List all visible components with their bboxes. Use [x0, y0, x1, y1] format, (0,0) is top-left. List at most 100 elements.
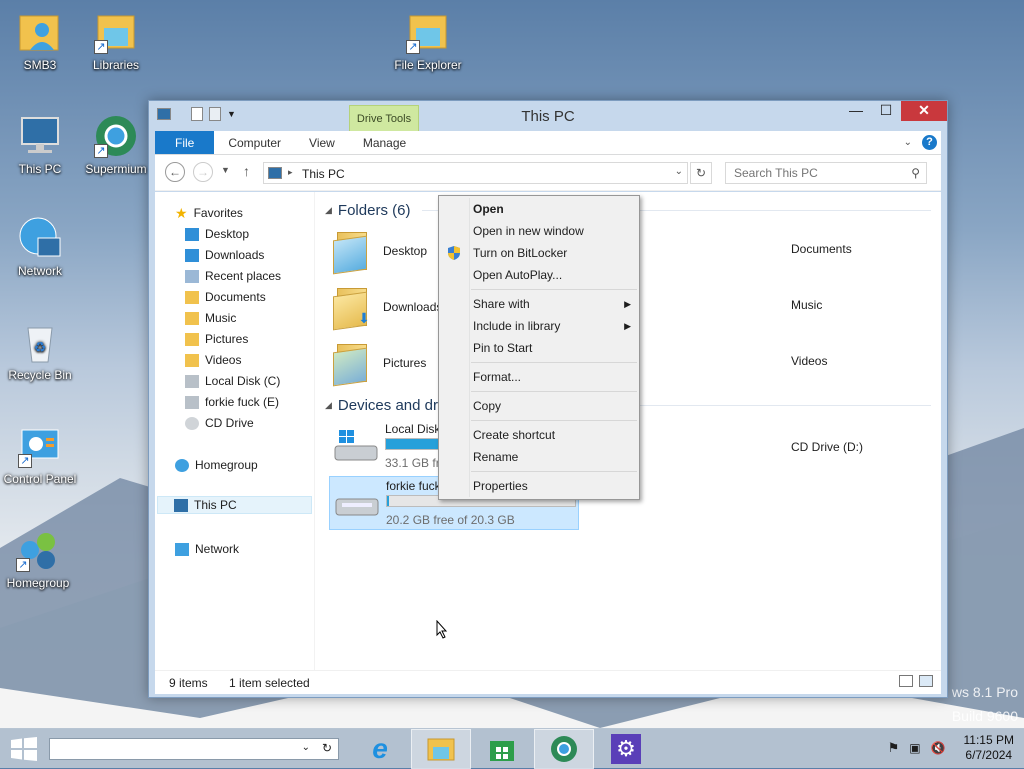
- network-icon: [175, 542, 189, 556]
- menu-item-properties[interactable]: Properties: [473, 477, 633, 495]
- menu-item-open-autoplay[interactable]: Open AutoPlay...: [473, 266, 633, 284]
- menu-label: Share with: [473, 297, 530, 311]
- tab-manage[interactable]: Manage: [349, 131, 420, 154]
- folder-tile-documents[interactable]: Documents: [791, 242, 852, 256]
- store-icon: [490, 741, 514, 761]
- large-icons-view-icon[interactable]: [919, 675, 933, 687]
- pictures-folder-icon: [333, 342, 371, 387]
- menu-item-format[interactable]: Format...: [473, 368, 633, 386]
- menu-item-include-in-library[interactable]: Include in library ▶: [473, 317, 633, 335]
- nav-label: Recent places: [205, 269, 282, 283]
- menu-item-create-shortcut[interactable]: Create shortcut: [473, 426, 633, 444]
- drive-tile-cd-drive[interactable]: CD Drive (D:): [791, 440, 863, 454]
- desktop-icon-label: File Explorer: [394, 58, 462, 72]
- taskbar-supermium[interactable]: [534, 729, 594, 769]
- menu-item-open[interactable]: Open: [473, 200, 633, 218]
- supermium-icon: ↗: [94, 114, 138, 158]
- desktop-icon-homegroup[interactable]: ↗ Homegroup: [0, 528, 76, 590]
- desktop-icon-recycle-bin[interactable]: ♻ Recycle Bin: [2, 320, 78, 382]
- libraries-folder-icon: ↗: [94, 10, 138, 54]
- nav-item-recent-places[interactable]: Recent places: [185, 267, 281, 285]
- help-icon[interactable]: ?: [922, 135, 937, 150]
- up-button[interactable]: ↑: [243, 163, 250, 179]
- group-title: Folders (6): [337, 202, 411, 219]
- nav-item-desktop[interactable]: Desktop: [185, 225, 249, 243]
- collapse-arrow-icon: ◢: [325, 400, 332, 410]
- desktop-icon-libraries[interactable]: ↗ Libraries: [78, 10, 154, 72]
- nav-favorites[interactable]: ★ Favorites: [175, 204, 243, 222]
- taskbar-file-explorer[interactable]: [411, 729, 471, 769]
- nav-homegroup[interactable]: Homegroup: [175, 456, 258, 474]
- desktop-icon-network[interactable]: Network: [2, 216, 78, 278]
- tab-computer[interactable]: Computer: [214, 131, 295, 154]
- back-button[interactable]: ←: [165, 162, 185, 182]
- folder-label: Pictures: [383, 356, 427, 370]
- refresh-button[interactable]: ↻: [690, 162, 712, 184]
- menu-item-turn-on-bitlocker[interactable]: Turn on BitLocker: [473, 244, 633, 262]
- volume-muted-icon[interactable]: 🔇: [931, 741, 946, 755]
- close-button[interactable]: ✕: [901, 101, 947, 121]
- nav-item-music[interactable]: Music: [185, 309, 236, 327]
- nav-item-pictures[interactable]: Pictures: [185, 330, 248, 348]
- nav-item-downloads[interactable]: Downloads: [185, 246, 264, 264]
- homegroup-icon: ↗: [16, 528, 60, 572]
- nav-this-pc[interactable]: This PC: [157, 496, 312, 514]
- taskbar-settings[interactable]: ⚙: [596, 729, 656, 769]
- nav-network[interactable]: Network: [175, 540, 239, 558]
- folder-tile-music[interactable]: Music: [791, 298, 822, 312]
- gear-icon: ⚙: [611, 734, 641, 764]
- search-dropdown-icon[interactable]: ⌄: [302, 742, 310, 753]
- tab-file[interactable]: File: [155, 131, 215, 154]
- action-center-flag-icon[interactable]: ⚑: [888, 740, 900, 756]
- search-box[interactable]: ⚲: [725, 162, 927, 184]
- cd-drive-icon: [185, 416, 199, 430]
- taskbar-store[interactable]: [472, 729, 532, 769]
- menu-item-copy[interactable]: Copy: [473, 397, 633, 415]
- start-button-windows-icon[interactable]: [10, 737, 38, 761]
- search-input[interactable]: [726, 163, 896, 183]
- minimize-button[interactable]: —: [841, 101, 871, 121]
- address-bar[interactable]: ▸ This PC ⌄: [263, 162, 688, 184]
- collapse-arrow-icon: ◢: [325, 205, 332, 215]
- menu-item-open-new-window[interactable]: Open in new window: [473, 222, 633, 240]
- network-tray-icon[interactable]: ▣: [909, 741, 920, 755]
- taskbar-internet-explorer[interactable]: e: [350, 729, 410, 769]
- desktop-icon-smb3[interactable]: SMB3: [2, 10, 78, 72]
- title-bar[interactable]: ▼ Drive Tools This PC — ☐ ✕: [149, 101, 947, 132]
- menu-item-rename[interactable]: Rename: [473, 448, 633, 466]
- menu-item-pin-to-start[interactable]: Pin to Start: [473, 339, 633, 357]
- folder-tile-pictures[interactable]: Pictures: [333, 342, 427, 387]
- nav-item-documents[interactable]: Documents: [185, 288, 266, 306]
- desktop-icon-supermium[interactable]: ↗ Supermium: [78, 114, 154, 176]
- submenu-arrow-icon: ▶: [624, 321, 631, 331]
- navigation-bar: ← → ▼ ↑ ▸ This PC ⌄ ↻ ⚲: [155, 155, 941, 191]
- desktop-icon-this-pc[interactable]: This PC: [2, 114, 78, 176]
- nav-item-local-disk[interactable]: Local Disk (C): [185, 372, 280, 390]
- details-view-icon[interactable]: [899, 675, 913, 687]
- selected-count: 1 item selected: [229, 676, 310, 690]
- nav-item-videos[interactable]: Videos: [185, 351, 241, 369]
- maximize-button[interactable]: ☐: [871, 101, 901, 121]
- expand-ribbon-icon[interactable]: ⌄: [904, 137, 912, 148]
- search-icon[interactable]: ⚲: [911, 166, 920, 180]
- nav-item-cd-drive[interactable]: CD Drive: [185, 414, 254, 432]
- folder-tile-downloads[interactable]: ⬇ Downloads: [333, 286, 442, 331]
- menu-item-share-with[interactable]: Share with ▶: [473, 295, 633, 313]
- tab-view[interactable]: View: [295, 131, 349, 154]
- desktop-icon-file-explorer[interactable]: ↗ File Explorer: [390, 10, 466, 72]
- desktop-icon-control-panel[interactable]: ↗ Control Panel: [2, 424, 78, 486]
- search-refresh-icon[interactable]: ↻: [322, 741, 332, 755]
- supermium-icon: [551, 736, 577, 762]
- desktop-folder-icon: [333, 230, 371, 275]
- recent-locations-dropdown[interactable]: ▼: [221, 165, 230, 175]
- address-dropdown-icon[interactable]: ⌄: [675, 166, 683, 177]
- breadcrumb-this-pc[interactable]: This PC: [302, 167, 345, 181]
- nav-item-forkie-fuck[interactable]: forkie fuck (E): [185, 393, 279, 411]
- nav-label: Videos: [205, 353, 242, 367]
- taskbar-search-box[interactable]: ⌄ ↻: [49, 738, 339, 760]
- folder-tile-desktop[interactable]: Desktop: [333, 230, 427, 275]
- clock[interactable]: 11:15 PM 6/7/2024: [964, 733, 1014, 763]
- breadcrumb-chevron-icon[interactable]: ▸: [288, 167, 293, 178]
- folder-tile-videos[interactable]: Videos: [791, 354, 827, 368]
- forward-button[interactable]: →: [193, 162, 213, 182]
